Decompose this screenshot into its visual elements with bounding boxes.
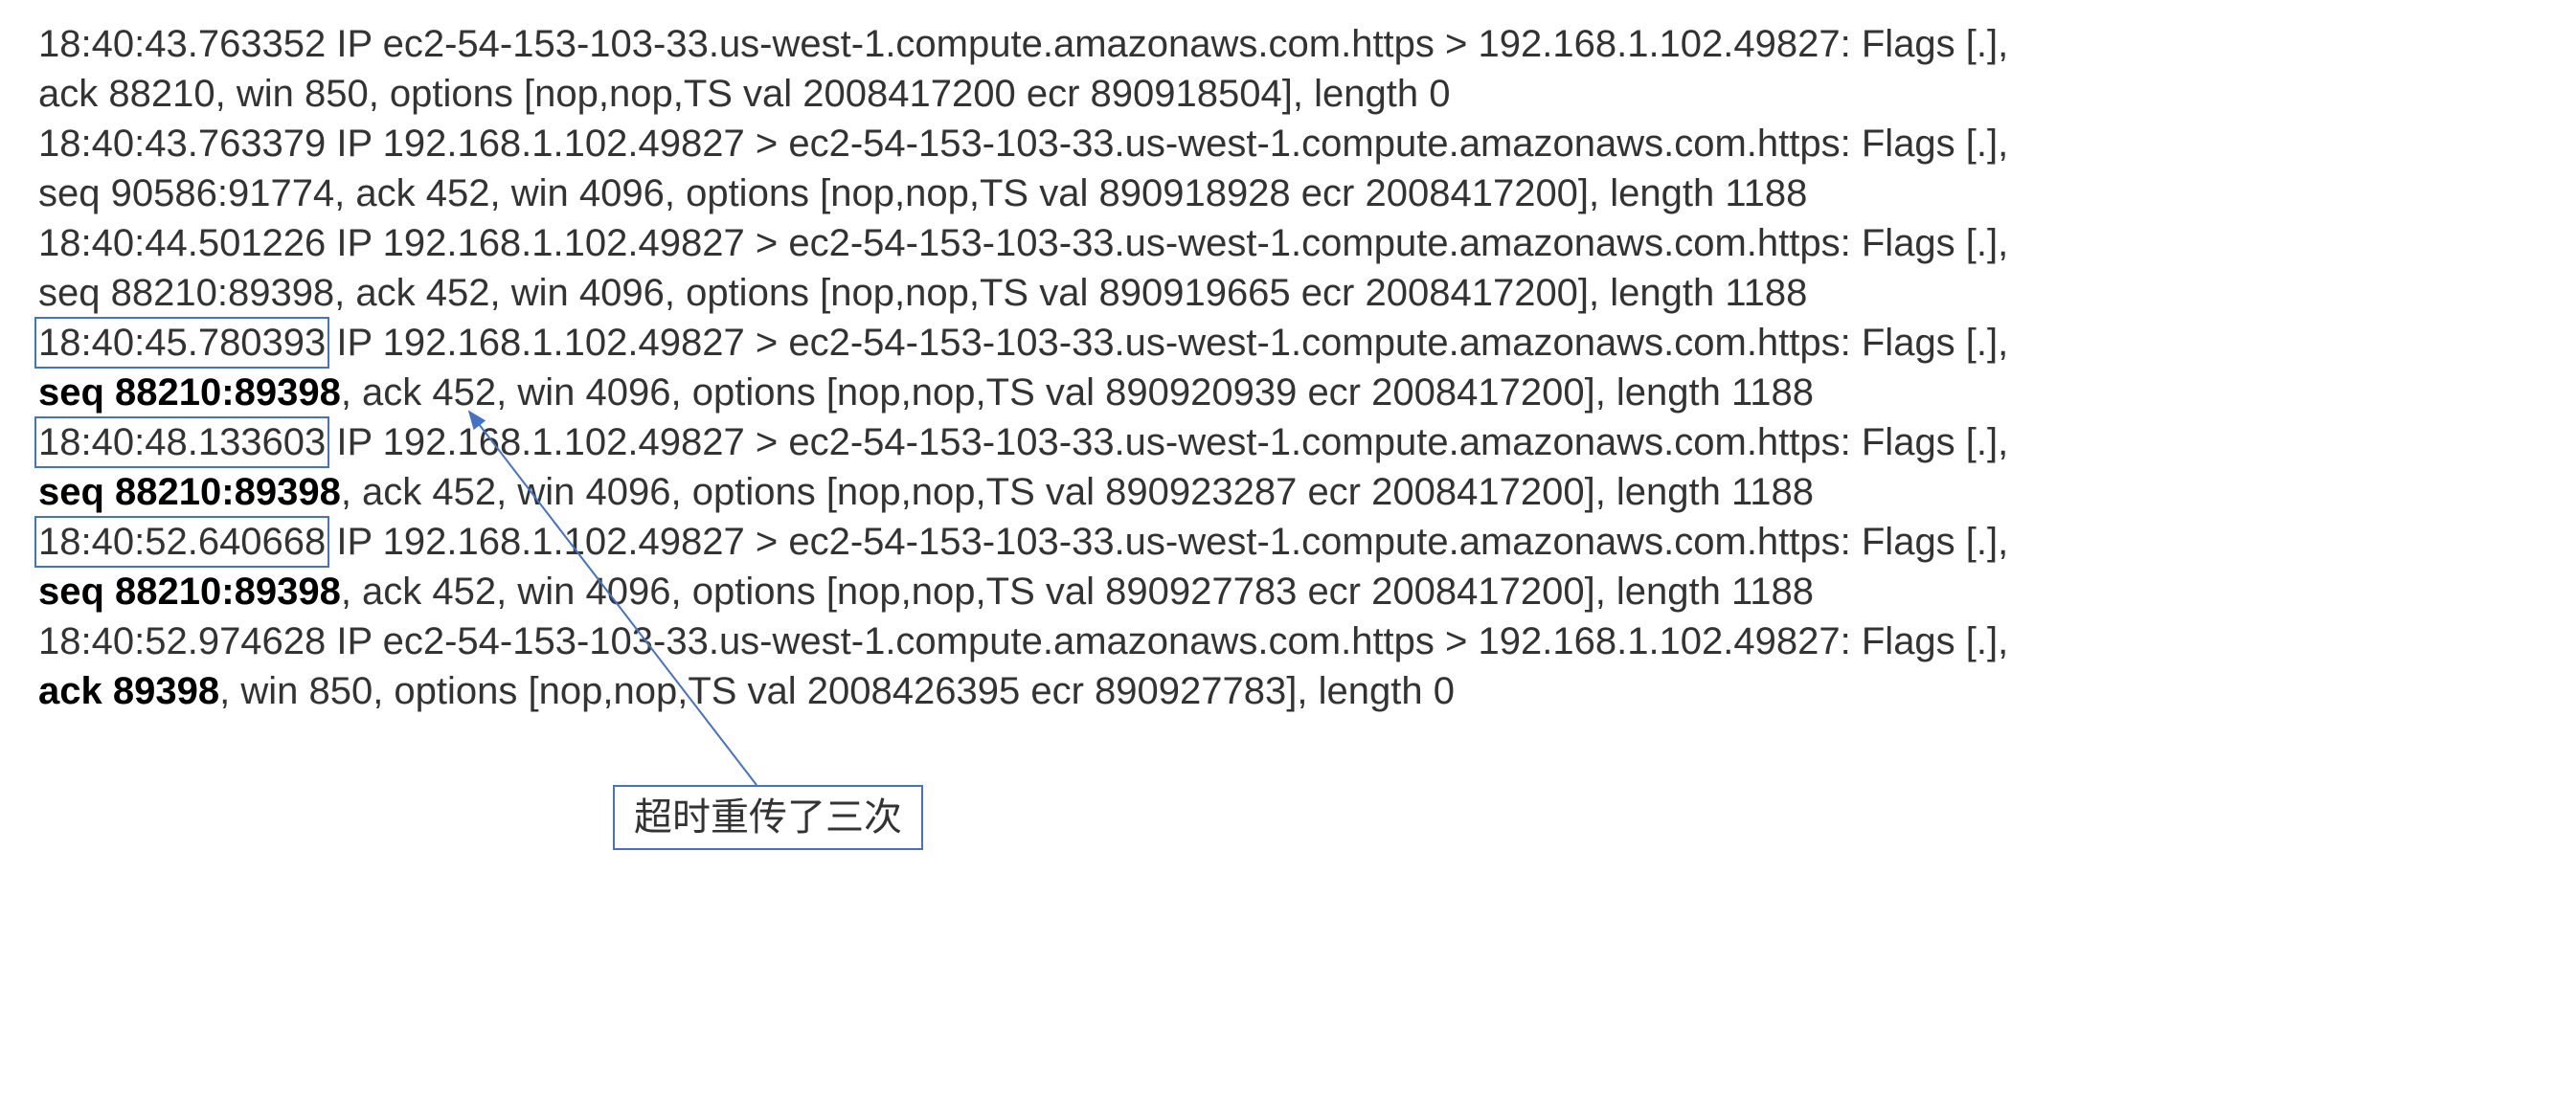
- log-line: seq 88210:89398, ack 452, win 4096, opti…: [38, 467, 2538, 517]
- seq-bold: seq 88210:89398: [38, 571, 341, 613]
- log-text: , win 850, options [nop,nop,TS val 20084…: [219, 670, 1455, 712]
- log-line: seq 88210:89398, ack 452, win 4096, opti…: [38, 268, 2538, 318]
- log-text: , ack 452, win 4096, options [nop,nop,TS…: [341, 571, 1814, 613]
- timestamp-box: 18:40:45.780393: [34, 317, 329, 369]
- log-line-retransmit-1: 18:40:45.780393 IP 192.168.1.102.49827 >…: [38, 318, 2538, 368]
- log-line: 18:40:52.974628 IP ec2-54-153-103-33.us-…: [38, 616, 2538, 666]
- log-line: seq 88210:89398, ack 452, win 4096, opti…: [38, 368, 2538, 417]
- log-line: 18:40:43.763352 IP ec2-54-153-103-33.us-…: [38, 19, 2538, 69]
- callout-label: 超时重传了三次: [613, 785, 923, 850]
- log-line-retransmit-3: 18:40:52.640668 IP 192.168.1.102.49827 >…: [38, 517, 2538, 567]
- seq-bold: seq 88210:89398: [38, 371, 341, 414]
- log-line-retransmit-2: 18:40:48.133603 IP 192.168.1.102.49827 >…: [38, 417, 2538, 467]
- log-line: ack 88210, win 850, options [nop,nop,TS …: [38, 69, 2538, 119]
- log-text: IP 192.168.1.102.49827 > ec2-54-153-103-…: [326, 322, 2008, 364]
- log-text: , ack 452, win 4096, options [nop,nop,TS…: [341, 371, 1814, 414]
- ack-bold: ack 89398: [38, 670, 219, 712]
- log-text: IP 192.168.1.102.49827 > ec2-54-153-103-…: [326, 421, 2008, 463]
- seq-bold: seq 88210:89398: [38, 471, 341, 513]
- log-line: 18:40:44.501226 IP 192.168.1.102.49827 >…: [38, 218, 2538, 268]
- log-line: 18:40:43.763379 IP 192.168.1.102.49827 >…: [38, 119, 2538, 168]
- timestamp-box: 18:40:52.640668: [34, 516, 329, 568]
- timestamp-box: 18:40:48.133603: [34, 416, 329, 468]
- log-text: IP 192.168.1.102.49827 > ec2-54-153-103-…: [326, 521, 2008, 563]
- log-line: seq 88210:89398, ack 452, win 4096, opti…: [38, 567, 2538, 616]
- page: 18:40:43.763352 IP ec2-54-153-103-33.us-…: [0, 0, 2576, 1120]
- log-line: seq 90586:91774, ack 452, win 4096, opti…: [38, 168, 2538, 218]
- tcpdump-log: 18:40:43.763352 IP ec2-54-153-103-33.us-…: [38, 19, 2538, 716]
- log-text: , ack 452, win 4096, options [nop,nop,TS…: [341, 471, 1814, 513]
- log-line: ack 89398, win 850, options [nop,nop,TS …: [38, 666, 2538, 716]
